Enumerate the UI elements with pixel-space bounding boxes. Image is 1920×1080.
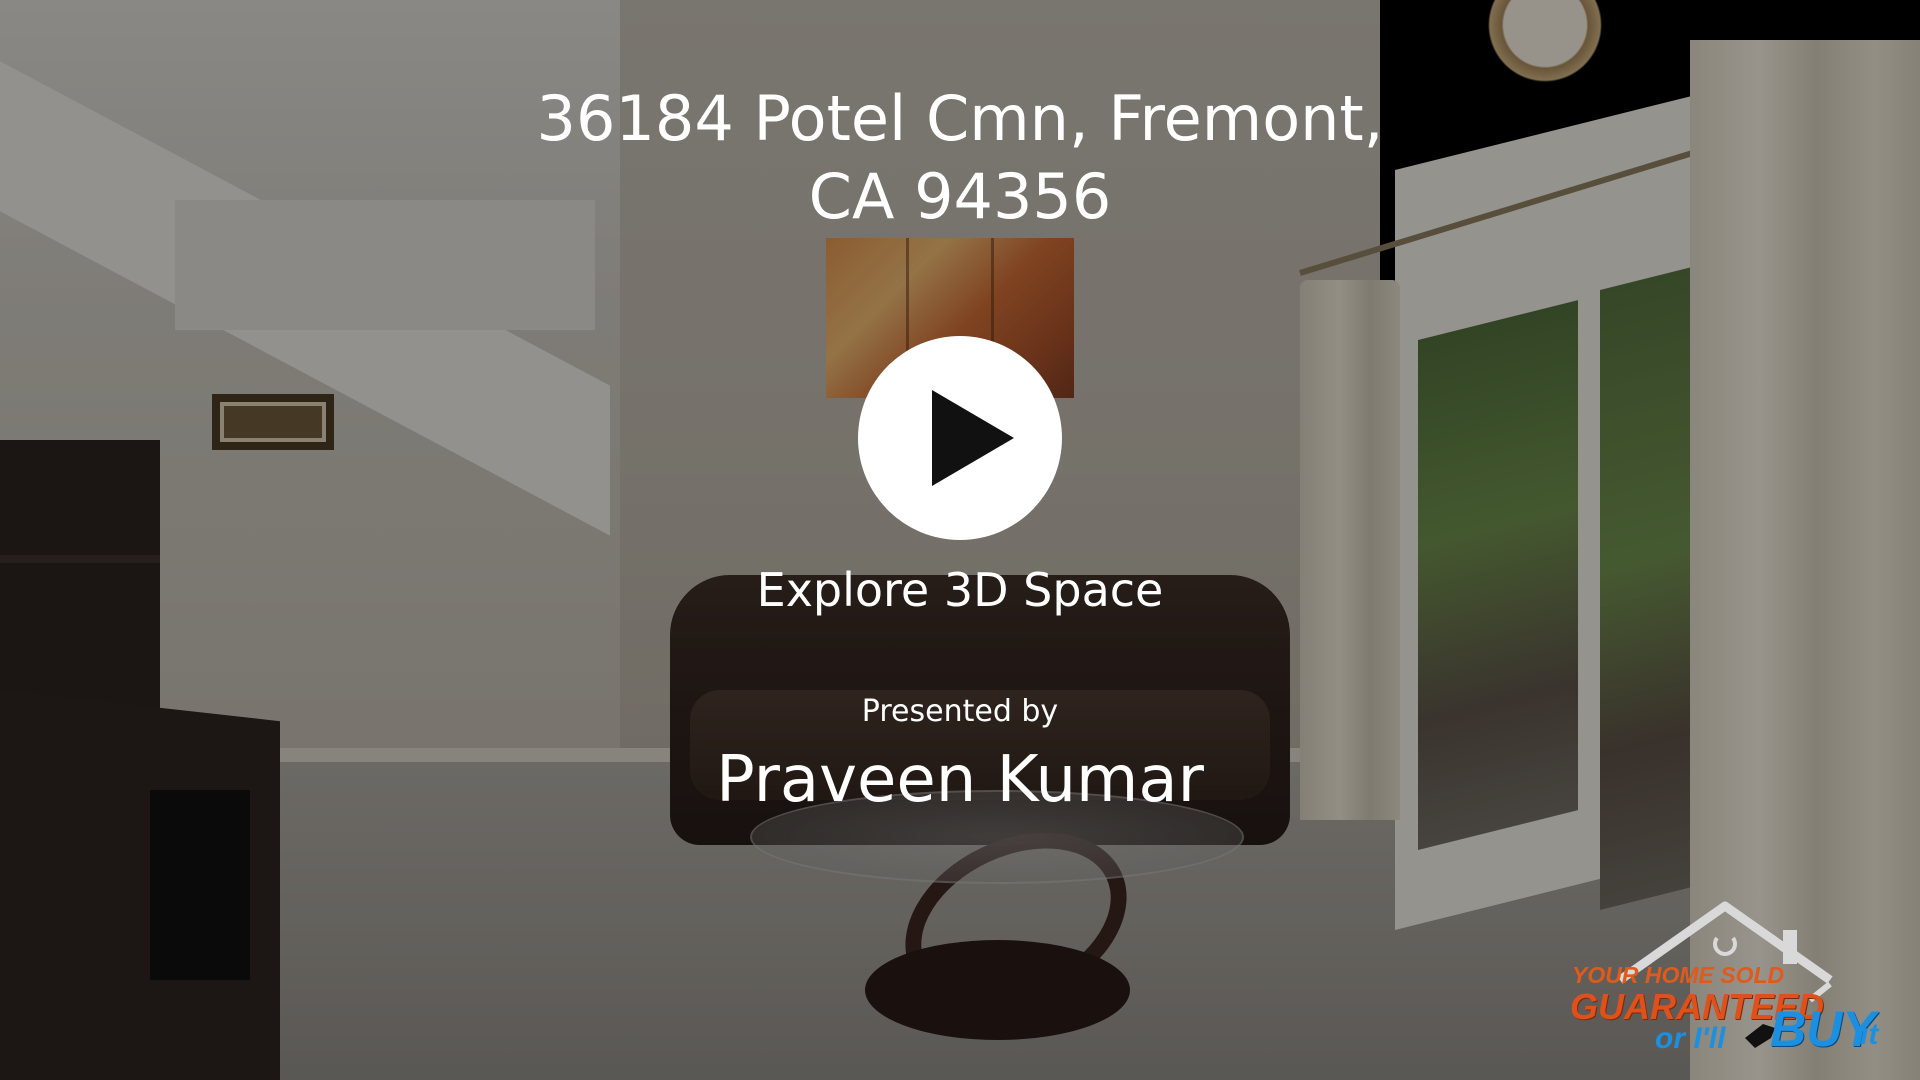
play-icon	[932, 390, 1014, 486]
presented-by-label: Presented by	[861, 694, 1059, 729]
property-address-title: 36184 Potel Cmn, Fremont, CA 94356	[460, 80, 1460, 236]
play-button[interactable]	[858, 336, 1062, 540]
logo-text-it: it	[1860, 1018, 1879, 1051]
explore-3d-space-link[interactable]: Explore 3D Space	[660, 560, 1260, 620]
guarantee-logo: YOUR HOME SOLD GUARANTEED or I'll BUY it	[1560, 900, 1890, 1060]
logo-text-or-ill: or I'll	[1655, 1022, 1726, 1055]
logo-text-home-sold: YOUR HOME SOLD	[1572, 962, 1785, 988]
tour-splash-screen[interactable]: 36184 Potel Cmn, Fremont, CA 94356 Explo…	[0, 0, 1920, 1080]
presenter-name: Praveen Kumar	[716, 743, 1204, 817]
address-line-1: 36184 Potel Cmn, Fremont,	[536, 82, 1384, 155]
address-line-2: CA 94356	[808, 160, 1112, 233]
